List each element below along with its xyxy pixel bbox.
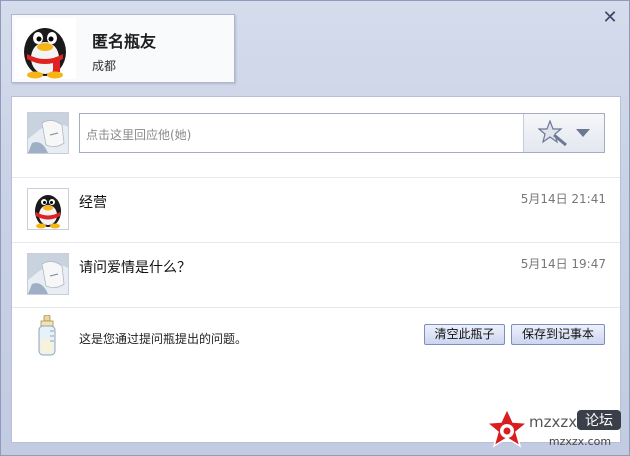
close-icon[interactable]: ✕ [601,9,619,27]
qq-penguin-icon [15,18,76,79]
message-item: 经营 5月14日 21:41 [12,178,620,243]
site-watermark-logo: mzxzx 论坛 mzxzx.com [485,407,621,448]
bottle-footer: 这是您通过提问瓶提出的问题。 清空此瓶子 保存到记事本 [12,307,620,367]
conversation-panel: 经营 5月14日 21:41 请问爱情是什么？ 5月14日 19:47 [11,96,621,443]
message-time: 5月14日 19:47 [520,257,606,271]
bottle-window: ✕ 匿名瓶友 成都 点击这里回应他(她) 经营 5月14日 21:41 请问爱情… [0,0,630,456]
watermark-text: 论坛 [585,413,613,429]
anime-avatar-icon [27,253,69,295]
profile-city: 成都 [92,59,117,73]
reply-input[interactable] [80,114,524,152]
svg-text:mzxzx: mzxzx [529,413,577,431]
reply-box [79,113,605,153]
message-text: 请问爱情是什么？ [79,260,191,276]
chevron-down-icon [576,129,590,137]
message-text: 经营 [79,195,107,211]
clear-bottle-button[interactable]: 清空此瓶子 [424,324,505,345]
message-time: 5月14日 21:41 [520,192,606,206]
emoji-dropdown-button[interactable] [523,114,604,152]
message-item: 请问爱情是什么？ 5月14日 19:47 [12,243,620,308]
qq-penguin-icon [27,188,69,230]
magic-wand-icon [538,120,567,146]
save-to-notepad-button[interactable]: 保存到记事本 [511,324,605,345]
baby-bottle-icon [38,315,56,356]
profile-name: 匿名瓶友 [92,32,157,51]
watermark-url: mzxzx.com [549,435,611,448]
profile-card: 匿名瓶友 成都 [11,14,235,83]
reply-row [12,97,620,178]
anime-avatar-icon [27,112,69,154]
footer-note: 这是您通过提问瓶提出的问题。 [79,332,248,346]
